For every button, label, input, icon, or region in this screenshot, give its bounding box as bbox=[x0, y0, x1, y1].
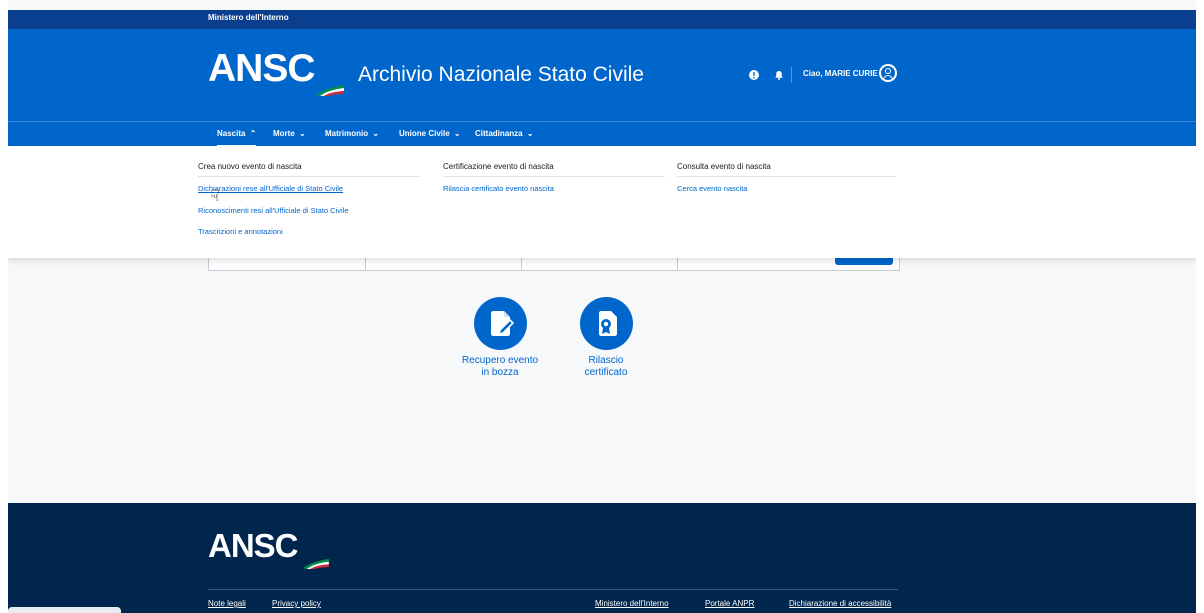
user-avatar-icon[interactable] bbox=[879, 64, 897, 82]
italian-flag-swoosh-icon bbox=[316, 85, 344, 96]
quick-action-recupero[interactable]: Recupero evento in bozza bbox=[445, 297, 555, 379]
chevron-down-icon: ⌄ bbox=[453, 129, 461, 138]
megamenu-divider bbox=[198, 176, 420, 177]
megamenu-heading-certificazione: Certificazione evento di nascita bbox=[443, 162, 554, 171]
link-dichiarazioni[interactable]: Dichiarazioni rese all'Ufficiale di Stat… bbox=[198, 184, 343, 193]
site-header: ANSC Archivio Nazionale Stato Civile Cia… bbox=[8, 29, 1196, 121]
footer-link-accessibilita[interactable]: Dichiarazione di accessibilità bbox=[789, 599, 891, 608]
chevron-up-icon: ⌃ bbox=[249, 129, 257, 138]
main-nav: Nascita ⌃ Morte ⌄ Matrimonio ⌄ Unione Ci… bbox=[8, 121, 1196, 147]
footer-link-ministero[interactable]: Ministero dell'Interno bbox=[595, 599, 669, 608]
search-form-partial bbox=[208, 256, 900, 271]
ansc-logo[interactable]: ANSC bbox=[208, 47, 316, 91]
chevron-down-icon: ⌄ bbox=[372, 129, 380, 138]
chevron-down-icon: ⌄ bbox=[526, 129, 534, 138]
italian-flag-swoosh-icon bbox=[303, 558, 329, 569]
footer-link-note-legali[interactable]: Note legali bbox=[208, 599, 246, 608]
quick-action-rilascio[interactable]: Rilascio certificato bbox=[551, 297, 661, 379]
document-edit-icon bbox=[473, 297, 527, 350]
search-field-divider bbox=[677, 256, 678, 270]
nascita-megamenu: Crea nuovo evento di nascita Dichiarazio… bbox=[8, 146, 1196, 258]
megamenu-divider bbox=[677, 176, 896, 177]
footer-link-anpr[interactable]: Portale ANPR bbox=[705, 599, 754, 608]
nav-nascita-label: Nascita bbox=[217, 129, 246, 138]
browser-bottom-tab bbox=[8, 607, 121, 613]
nav-morte-label: Morte bbox=[273, 129, 295, 138]
site-footer: ANSC Note legali Privacy policy Minister… bbox=[8, 503, 1196, 613]
quick-action-recupero-line1: Recupero evento bbox=[461, 355, 539, 366]
nav-nascita[interactable]: Nascita ⌃ bbox=[217, 122, 257, 147]
hand-pointer-cursor-icon: ☟ bbox=[210, 188, 220, 205]
megamenu-heading-consulta: Consulta evento di nascita bbox=[677, 162, 771, 171]
quick-action-recupero-line2: in bozza bbox=[481, 367, 519, 378]
certificate-icon bbox=[579, 297, 633, 350]
search-field-divider bbox=[365, 256, 366, 270]
footer-divider bbox=[208, 589, 898, 590]
user-greeting[interactable]: Ciao, MARIE CURIE bbox=[803, 69, 878, 78]
quick-action-rilascio-line1: Rilascio bbox=[588, 355, 624, 366]
search-field-divider bbox=[521, 256, 522, 270]
nav-cittadinanza[interactable]: Cittadinanza ⌄ bbox=[475, 122, 534, 147]
ministry-link[interactable]: Ministero dell'Interno bbox=[208, 13, 289, 22]
nav-unione-civile-label: Unione Civile bbox=[399, 129, 450, 138]
megamenu-divider bbox=[443, 176, 665, 177]
bell-icon[interactable] bbox=[774, 70, 784, 80]
link-trascrizioni[interactable]: Trascrizioni e annotazioni bbox=[198, 227, 283, 236]
nav-unione-civile[interactable]: Unione Civile ⌄ bbox=[399, 122, 461, 147]
megamenu-heading-crea: Crea nuovo evento di nascita bbox=[198, 162, 302, 171]
link-rilascia-certificato[interactable]: Rilascia certificato evento nascita bbox=[443, 184, 554, 193]
header-divider bbox=[791, 67, 792, 83]
nav-matrimonio[interactable]: Matrimonio ⌄ bbox=[325, 122, 379, 147]
quick-action-rilascio-line2: certificato bbox=[584, 367, 628, 378]
footer-link-privacy[interactable]: Privacy policy bbox=[272, 599, 321, 608]
nav-morte[interactable]: Morte ⌄ bbox=[273, 122, 306, 147]
link-cerca-evento[interactable]: Cerca evento nascita bbox=[677, 184, 747, 193]
link-riconoscimenti[interactable]: Riconoscimenti resi all'Ufficiale di Sta… bbox=[198, 206, 349, 215]
nav-matrimonio-label: Matrimonio bbox=[325, 129, 369, 138]
footer-ansc-logo: ANSC bbox=[208, 527, 299, 564]
browser-viewport: Ministero dell'Interno ANSC Archivio Naz… bbox=[8, 0, 1196, 613]
app-title: Archivio Nazionale Stato Civile bbox=[358, 63, 644, 86]
info-alert-icon[interactable] bbox=[749, 70, 759, 80]
chevron-down-icon: ⌄ bbox=[299, 129, 306, 138]
nav-cittadinanza-label: Cittadinanza bbox=[475, 129, 523, 138]
slim-header: Ministero dell'Interno bbox=[8, 10, 1196, 29]
